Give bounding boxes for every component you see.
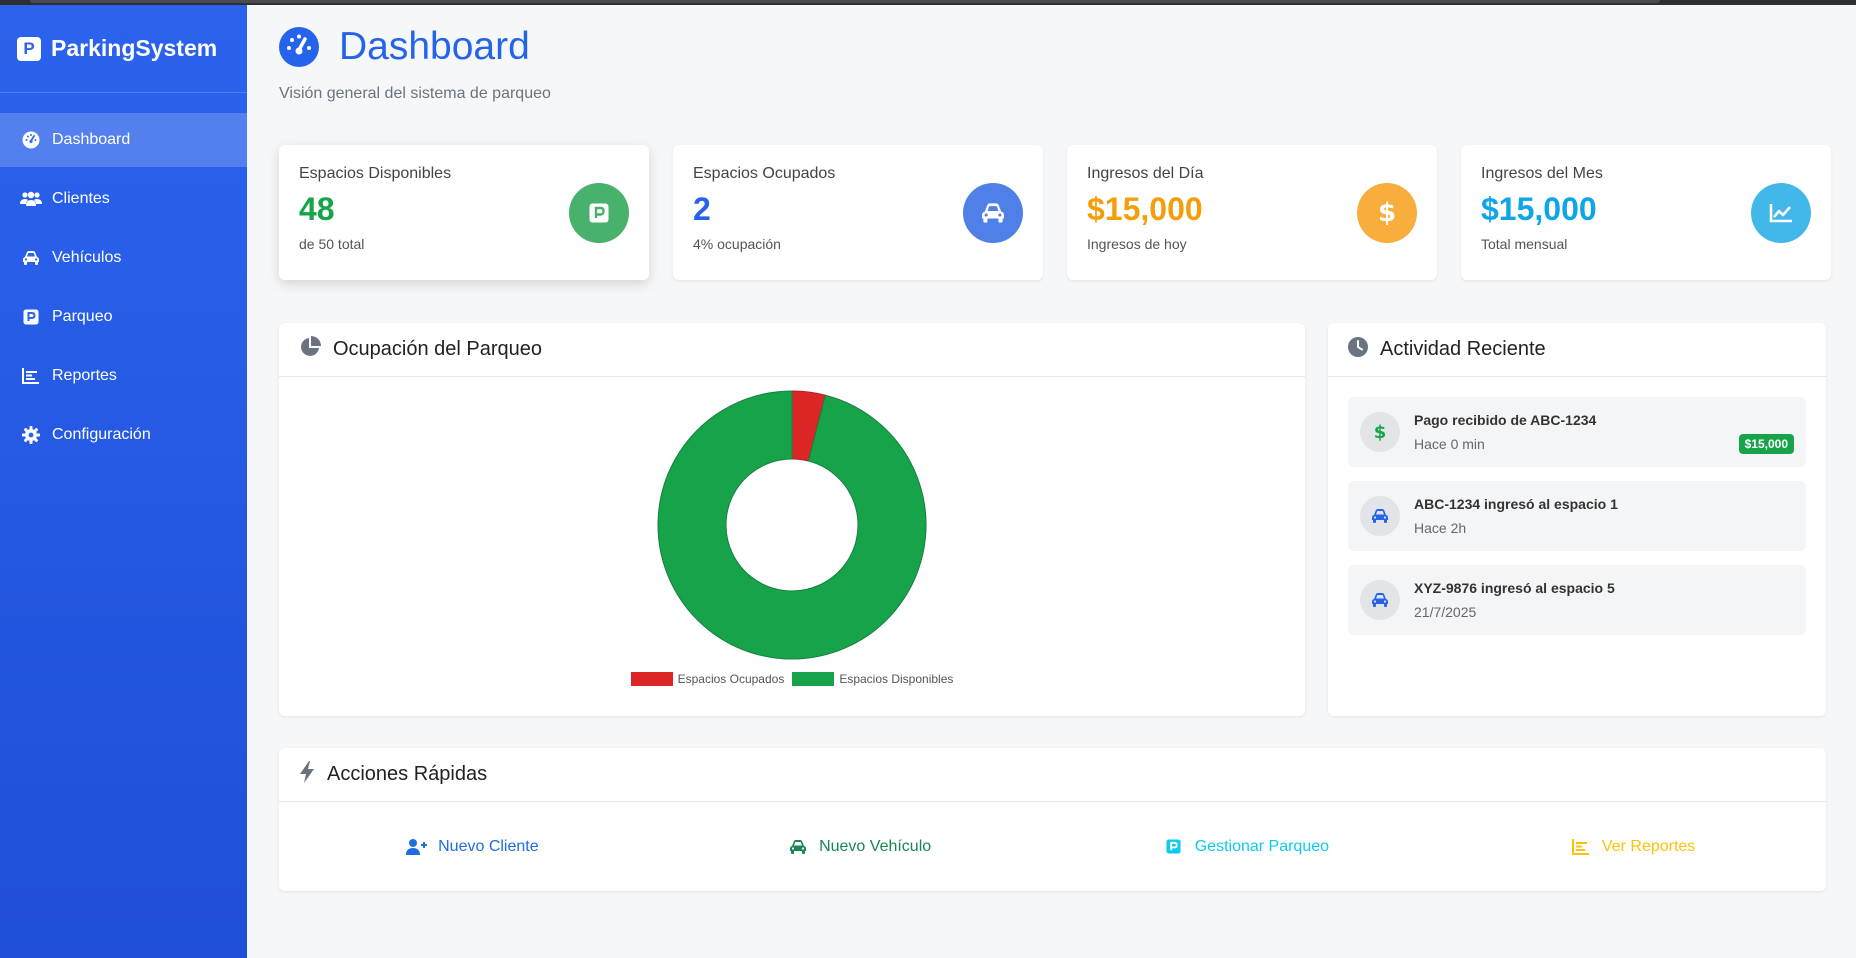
stat-card-occupied: Espacios Ocupados 2 4% ocupación bbox=[673, 145, 1043, 280]
activity-item: $ Pago recibido de ABC-1234 Hace 0 min $… bbox=[1348, 397, 1806, 467]
stat-card-daily-income: Ingresos del Día $15,000 Ingresos de hoy… bbox=[1067, 145, 1437, 280]
window-top-strip bbox=[0, 0, 1856, 5]
view-reports-button[interactable]: Ver Reportes bbox=[1439, 802, 1826, 891]
panel-header: Actividad Reciente bbox=[1328, 323, 1826, 377]
activity-time: 21/7/2025 bbox=[1414, 604, 1477, 620]
parking-icon bbox=[20, 307, 42, 327]
gauge-icon bbox=[20, 130, 42, 150]
sidebar-nav: Dashboard Clientes Vehículos Parqueo Rep… bbox=[0, 113, 247, 462]
amount-badge: $15,000 bbox=[1738, 434, 1794, 454]
quick-action-label: Gestionar Parqueo bbox=[1194, 837, 1330, 855]
activity-list: $ Pago recibido de ABC-1234 Hace 0 min $… bbox=[1328, 377, 1826, 635]
main-content: Dashboard Visión general del sistema de … bbox=[247, 5, 1856, 958]
sidebar-item-dashboard[interactable]: Dashboard bbox=[0, 113, 247, 167]
stat-label: Ingresos del Mes bbox=[1481, 165, 1603, 182]
stat-note: 4% ocupación bbox=[693, 236, 781, 252]
dollar-icon: $ bbox=[1360, 412, 1400, 452]
panel-title: Ocupación del Parqueo bbox=[333, 338, 543, 360]
users-icon bbox=[20, 189, 42, 209]
panel-header: Ocupación del Parqueo bbox=[279, 323, 1305, 377]
stat-label: Espacios Disponibles bbox=[299, 165, 452, 182]
activity-title: XYZ-9876 ingresó al espacio 5 bbox=[1414, 580, 1615, 596]
stat-card-available: Espacios Disponibles 48 de 50 total bbox=[279, 145, 649, 280]
bolt-icon bbox=[299, 761, 315, 788]
sidebar: P ParkingSystem Dashboard Clientes Vehíc… bbox=[0, 5, 247, 958]
legend-item[interactable]: Espacios Disponibles bbox=[792, 672, 953, 686]
donut-slice-espacios-disponibles[interactable] bbox=[657, 390, 927, 660]
parking-icon bbox=[1163, 837, 1185, 857]
quick-action-label: Nuevo Cliente bbox=[438, 837, 539, 855]
activity-item: ABC-1234 ingresó al espacio 1 Hace 2h bbox=[1348, 481, 1806, 551]
panel-title: Acciones Rápidas bbox=[327, 763, 488, 785]
bar-chart-icon bbox=[1570, 837, 1592, 857]
new-vehicle-button[interactable]: Nuevo Vehículo bbox=[666, 802, 1053, 891]
legend-label: Espacios Ocupados bbox=[677, 672, 785, 686]
car-icon bbox=[1360, 580, 1400, 620]
panel-title: Actividad Reciente bbox=[1380, 338, 1546, 360]
car-icon bbox=[963, 183, 1023, 243]
occupancy-panel: Ocupación del Parqueo Espacios Ocupados E… bbox=[279, 323, 1305, 716]
car-icon bbox=[787, 837, 809, 857]
sidebar-item-label: Clientes bbox=[52, 190, 110, 207]
page-subtitle: Visión general del sistema de parqueo bbox=[279, 85, 551, 102]
sidebar-item-vehiculos[interactable]: Vehículos bbox=[0, 231, 247, 285]
quick-actions-panel: Acciones Rápidas Nuevo Cliente Nuevo Veh… bbox=[279, 748, 1826, 891]
clock-icon bbox=[1348, 337, 1368, 362]
stat-label: Ingresos del Día bbox=[1087, 165, 1204, 182]
legend-swatch bbox=[792, 672, 835, 686]
quick-action-label: Nuevo Vehículo bbox=[819, 837, 932, 855]
page-header: Dashboard Visión general del sistema de … bbox=[279, 25, 551, 103]
brand[interactable]: P ParkingSystem bbox=[0, 5, 247, 93]
stat-note: Total mensual bbox=[1481, 236, 1568, 252]
parking-icon bbox=[569, 183, 629, 243]
window-top-bar bbox=[30, 0, 1660, 3]
chart-legend: Espacios Ocupados Espacios Disponibles bbox=[279, 672, 1305, 686]
brand-name: ParkingSystem bbox=[51, 35, 218, 61]
user-plus-icon bbox=[406, 837, 428, 857]
legend-swatch bbox=[630, 672, 673, 686]
panel-header: Acciones Rápidas bbox=[279, 748, 1826, 802]
sidebar-item-label: Dashboard bbox=[52, 131, 131, 148]
sidebar-item-parqueo[interactable]: Parqueo bbox=[0, 290, 247, 344]
activity-time: Hace 2h bbox=[1414, 520, 1467, 536]
new-client-button[interactable]: Nuevo Cliente bbox=[279, 802, 666, 891]
activity-title: Pago recibido de ABC-1234 bbox=[1414, 412, 1597, 428]
line-chart-icon bbox=[1751, 183, 1811, 243]
activity-title: ABC-1234 ingresó al espacio 1 bbox=[1414, 496, 1618, 512]
stat-note: de 50 total bbox=[299, 236, 365, 252]
quick-actions-row: Nuevo Cliente Nuevo Vehículo Gestionar P… bbox=[279, 802, 1826, 891]
sidebar-item-clientes[interactable]: Clientes bbox=[0, 172, 247, 226]
quick-action-label: Ver Reportes bbox=[1601, 837, 1696, 855]
stat-card-monthly-income: Ingresos del Mes $15,000 Total mensual bbox=[1461, 145, 1831, 280]
car-icon bbox=[20, 248, 42, 268]
legend-label: Espacios Disponibles bbox=[839, 672, 954, 686]
car-icon bbox=[1360, 496, 1400, 536]
legend-item[interactable]: Espacios Ocupados bbox=[630, 672, 785, 686]
parking-logo-icon: P bbox=[17, 36, 41, 61]
dollar-icon: $ bbox=[1357, 183, 1417, 243]
stats-row: Espacios Disponibles 48 de 50 total Espa… bbox=[279, 145, 1831, 280]
donut-chart bbox=[657, 390, 927, 660]
sidebar-item-configuracion[interactable]: Configuración bbox=[0, 408, 247, 462]
sidebar-item-reportes[interactable]: Reportes bbox=[0, 349, 247, 403]
activity-item: XYZ-9876 ingresó al espacio 5 21/7/2025 bbox=[1348, 565, 1806, 635]
sidebar-item-label: Vehículos bbox=[52, 249, 122, 266]
sidebar-item-label: Parqueo bbox=[52, 308, 113, 325]
occupancy-chart: Espacios Ocupados Espacios Disponibles bbox=[279, 377, 1305, 716]
bar-chart-icon bbox=[20, 366, 42, 386]
sidebar-item-label: Reportes bbox=[52, 367, 117, 384]
stat-label: Espacios Ocupados bbox=[693, 165, 836, 182]
pie-chart-icon bbox=[299, 336, 321, 363]
activity-panel: Actividad Reciente $ Pago recibido de AB… bbox=[1328, 323, 1826, 716]
manage-parking-button[interactable]: Gestionar Parqueo bbox=[1053, 802, 1440, 891]
sidebar-item-label: Configuración bbox=[52, 426, 151, 443]
stat-note: Ingresos de hoy bbox=[1087, 236, 1187, 252]
page-title: Dashboard bbox=[339, 25, 530, 68]
gauge-icon bbox=[279, 27, 319, 67]
activity-time: Hace 0 min bbox=[1414, 436, 1485, 452]
gear-icon bbox=[20, 425, 42, 445]
